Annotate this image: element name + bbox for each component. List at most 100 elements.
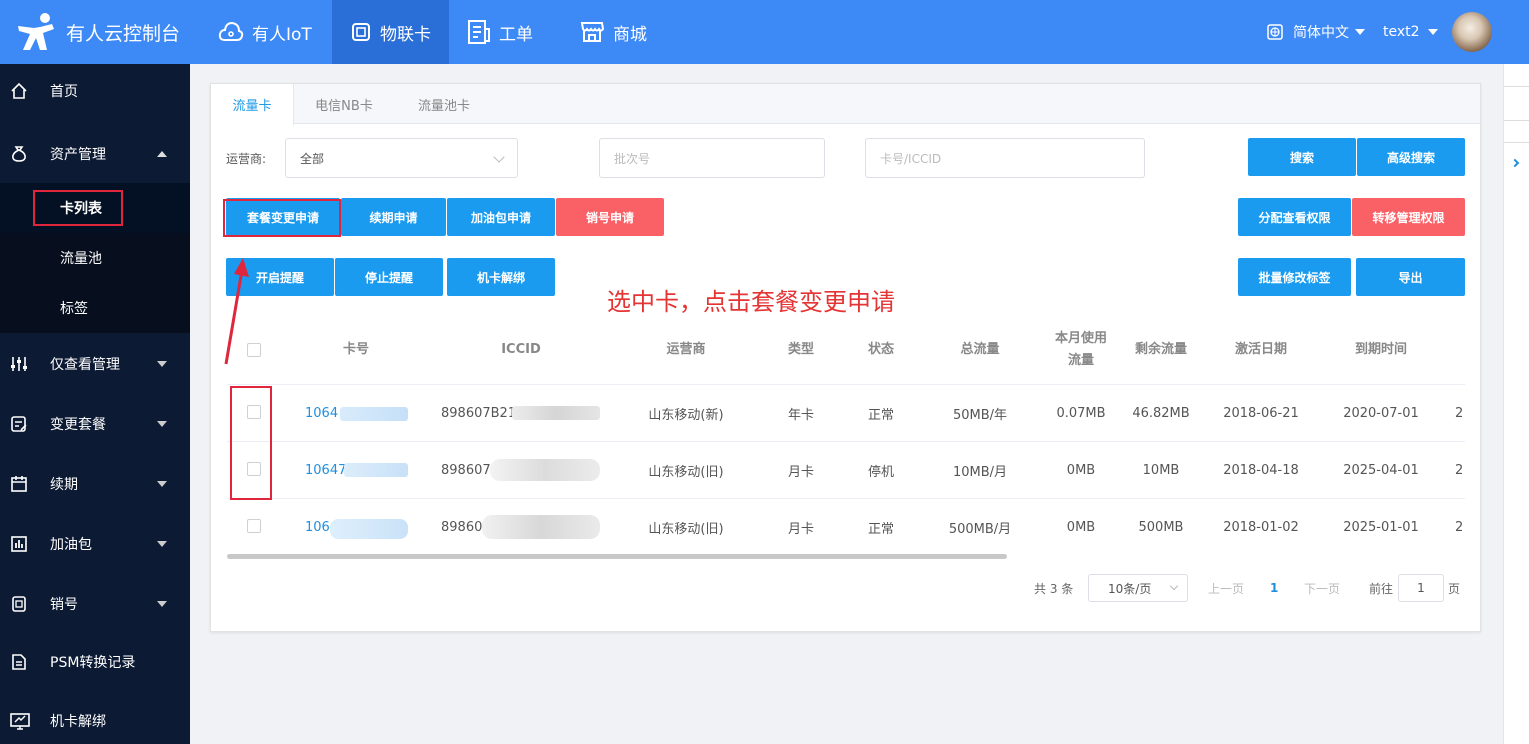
assign-view-permission-button[interactable]: 分配查看权限: [1238, 198, 1351, 236]
avatar[interactable]: [1452, 12, 1492, 52]
highlight-box-plan-change: [223, 199, 341, 237]
table-horizontal-scrollbar[interactable]: [227, 554, 1007, 559]
batch-edit-tags-button[interactable]: 批量修改标签: [1238, 258, 1351, 296]
sidebar-item-label: PSM转换记录: [50, 655, 136, 671]
cloud-icon: [218, 21, 244, 41]
tab-traffic-card[interactable]: 流量卡: [211, 84, 294, 125]
chevron-right-icon[interactable]: [1510, 158, 1520, 168]
nav-work-order[interactable]: 工单: [449, 0, 551, 64]
redaction-blur: [490, 459, 600, 481]
edit-icon: [11, 416, 27, 432]
redaction-blur: [330, 519, 408, 539]
sidebar-item-psm[interactable]: PSM转换记录: [0, 637, 190, 687]
status-cell: 正常: [867, 521, 894, 537]
type-cell: 年卡: [787, 407, 814, 423]
page-suffix: 页: [1448, 581, 1461, 596]
file-icon: [12, 654, 26, 670]
operator-cell: 山东移动(新): [648, 407, 724, 423]
tab-telecom-nb[interactable]: 电信NB卡: [294, 84, 394, 125]
pagination-total: 共 3 条: [1034, 581, 1074, 596]
nav-store[interactable]: 商城: [561, 0, 665, 64]
used-cell: 0.07MB: [1056, 405, 1106, 421]
chevron-down-icon: [493, 151, 505, 163]
renewal-apply-button[interactable]: 续期申请: [341, 198, 446, 236]
usr-logo-icon: [18, 13, 54, 50]
chevron-down-icon: [1427, 29, 1438, 35]
batch-input[interactable]: 批次号: [599, 138, 825, 178]
language-selector[interactable]: 简体中文: [1266, 0, 1365, 64]
sidebar-item-unbind[interactable]: 机卡解绑: [0, 696, 190, 744]
sidebar-item-label: 资产管理: [50, 147, 106, 163]
sidebar-item-traffic-pool[interactable]: 流量池: [0, 233, 190, 283]
redaction-blur: [482, 515, 600, 539]
overflow-cell: 2: [1455, 405, 1464, 421]
total-cell: 50MB/年: [952, 407, 1008, 423]
chevron-down-icon: [157, 601, 167, 607]
remain-cell: 10MB: [1142, 462, 1180, 478]
goto-page-input[interactable]: 1: [1398, 574, 1444, 602]
sidebar-item-top-up[interactable]: 加油包: [0, 519, 190, 569]
next-page-button[interactable]: 下一页: [1304, 578, 1340, 598]
operator-select[interactable]: 全部: [285, 138, 518, 178]
tab-pool-card[interactable]: 流量池卡: [394, 84, 494, 125]
sidebar-item-change-plan[interactable]: 变更套餐: [0, 399, 190, 449]
card-iccid-input[interactable]: 卡号/ICCID: [865, 138, 1145, 178]
annotation-text: 选中卡，点击套餐变更申请: [607, 288, 895, 316]
chevron-down-icon: [157, 541, 167, 547]
status-cell: 停机: [867, 464, 894, 480]
nav-iot-card-label: 物联卡: [380, 24, 431, 45]
activated-cell: 2018-04-18: [1223, 462, 1299, 478]
search-button[interactable]: 搜索: [1248, 138, 1356, 176]
col-header-used-line2: 流量: [1067, 353, 1094, 368]
operator-select-value: 全部: [300, 151, 325, 166]
right-side-panel: [1503, 64, 1529, 744]
document-icon: [468, 20, 490, 44]
total-cell: 10MB/月: [952, 464, 1008, 480]
top-up-apply-button[interactable]: 加油包申请: [447, 198, 555, 236]
nav-iot-card[interactable]: 物联卡: [332, 0, 449, 64]
overflow-cell: 2: [1455, 462, 1464, 478]
col-header-type: 类型: [787, 342, 814, 357]
highlight-box-row-checkboxes: [230, 386, 272, 500]
sidebar-item-home[interactable]: 首页: [0, 66, 190, 116]
logo[interactable]: 有人云控制台: [14, 10, 180, 54]
operator-label: 运营商:: [226, 152, 267, 166]
sidebar-item-label: 首页: [50, 84, 78, 100]
advanced-search-button[interactable]: 高级搜索: [1357, 138, 1465, 176]
current-page[interactable]: 1: [1270, 578, 1278, 598]
sidebar-item-label: 销号: [50, 597, 78, 613]
nav-iot-label: 有人IoT: [252, 24, 312, 45]
page-size-select[interactable]: 10条/页: [1088, 574, 1188, 602]
type-cell: 月卡: [787, 464, 814, 480]
sidebar-item-view-only[interactable]: 仅查看管理: [0, 339, 190, 389]
sidebar-item-cancel[interactable]: 销号: [0, 579, 190, 629]
select-all-checkbox[interactable]: [247, 343, 261, 357]
activated-cell: 2018-06-21: [1223, 405, 1299, 421]
globe-icon: [1267, 24, 1283, 40]
expires-cell: 2025-01-01: [1343, 519, 1419, 535]
sliders-icon: [11, 357, 27, 371]
disable-reminder-button[interactable]: 停止提醒: [335, 258, 443, 296]
chevron-down-icon: [157, 481, 167, 487]
sidebar-item-renewal[interactable]: 续期: [0, 459, 190, 509]
sidebar-item-tags[interactable]: 标签: [0, 283, 190, 333]
overflow-cell: 2: [1455, 519, 1464, 535]
chevron-down-icon: [1355, 29, 1365, 35]
col-header-card: 卡号: [342, 342, 369, 357]
unbind-card-button[interactable]: 机卡解绑: [447, 258, 555, 296]
export-button[interactable]: 导出: [1356, 258, 1465, 296]
redaction-blur: [512, 406, 600, 420]
nav-iot[interactable]: 有人IoT: [200, 0, 330, 64]
sidebar-item-assets[interactable]: 资产管理: [0, 129, 190, 179]
batch-input-placeholder: 批次号: [614, 151, 651, 166]
transfer-admin-permission-button[interactable]: 转移管理权限: [1352, 198, 1465, 236]
cancel-apply-button[interactable]: 销号申请: [556, 198, 664, 236]
user-menu[interactable]: text2: [1383, 0, 1438, 64]
activated-cell: 2018-01-02: [1223, 519, 1299, 535]
row-checkbox[interactable]: [247, 519, 261, 533]
sidebar-item-label: 标签: [60, 301, 88, 317]
prev-page-button[interactable]: 上一页: [1208, 578, 1244, 598]
col-header-remain: 剩余流量: [1134, 342, 1187, 357]
col-header-iccid: ICCID: [501, 342, 541, 357]
page-size-value: 10条/页: [1108, 581, 1152, 596]
